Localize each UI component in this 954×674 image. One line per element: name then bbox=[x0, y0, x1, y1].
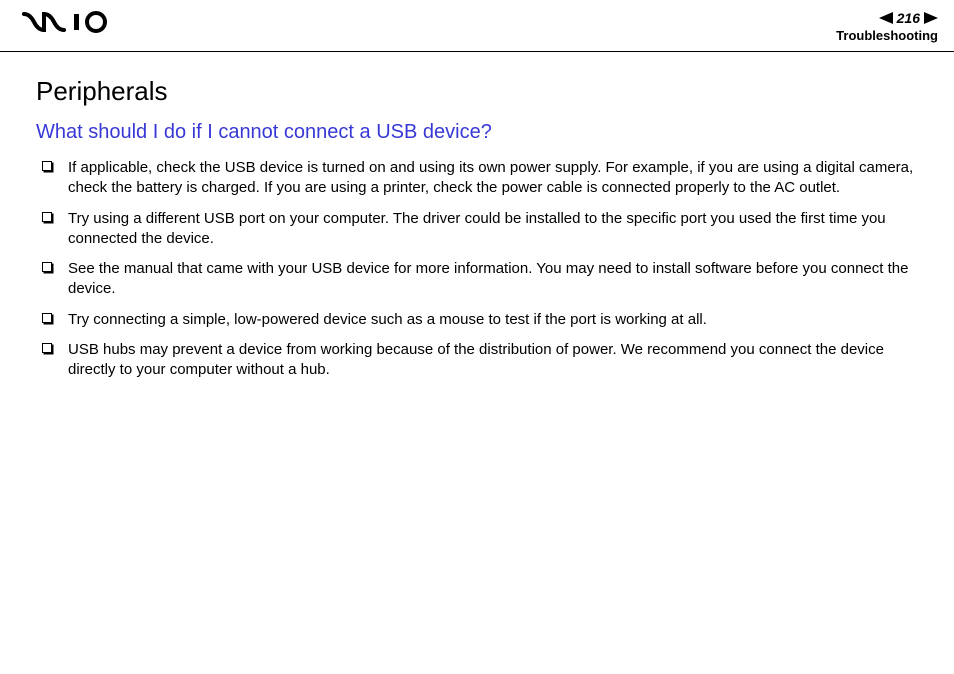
page-header: 216 Troubleshooting bbox=[0, 0, 954, 52]
list-item-text: If applicable, check the USB device is t… bbox=[68, 159, 913, 196]
page-number: 216 bbox=[897, 10, 920, 26]
page-title: Peripherals bbox=[36, 76, 918, 107]
vaio-logo bbox=[22, 10, 122, 39]
page-nav: 216 bbox=[879, 10, 938, 26]
bullet-icon bbox=[42, 161, 52, 171]
list-item: USB hubs may prevent a device from worki… bbox=[42, 340, 918, 381]
header-right: 216 Troubleshooting bbox=[836, 10, 938, 43]
list-item-text: See the manual that came with your USB d… bbox=[68, 260, 908, 297]
bullet-list: If applicable, check the USB device is t… bbox=[36, 158, 918, 380]
bullet-icon bbox=[42, 343, 52, 353]
prev-page-icon[interactable] bbox=[879, 12, 893, 24]
list-item-text: Try using a different USB port on your c… bbox=[68, 210, 886, 247]
bullet-icon bbox=[42, 212, 52, 222]
next-page-icon[interactable] bbox=[924, 12, 938, 24]
section-label: Troubleshooting bbox=[836, 28, 938, 43]
list-item-text: USB hubs may prevent a device from worki… bbox=[68, 341, 884, 378]
list-item-text: Try connecting a simple, low-powered dev… bbox=[68, 311, 707, 328]
bullet-icon bbox=[42, 262, 52, 272]
list-item: Try connecting a simple, low-powered dev… bbox=[42, 310, 918, 330]
list-item: See the manual that came with your USB d… bbox=[42, 259, 918, 300]
page-content: Peripherals What should I do if I cannot… bbox=[0, 52, 954, 380]
subheading: What should I do if I cannot connect a U… bbox=[36, 121, 918, 144]
bullet-icon bbox=[42, 313, 52, 323]
list-item: Try using a different USB port on your c… bbox=[42, 209, 918, 250]
list-item: If applicable, check the USB device is t… bbox=[42, 158, 918, 199]
